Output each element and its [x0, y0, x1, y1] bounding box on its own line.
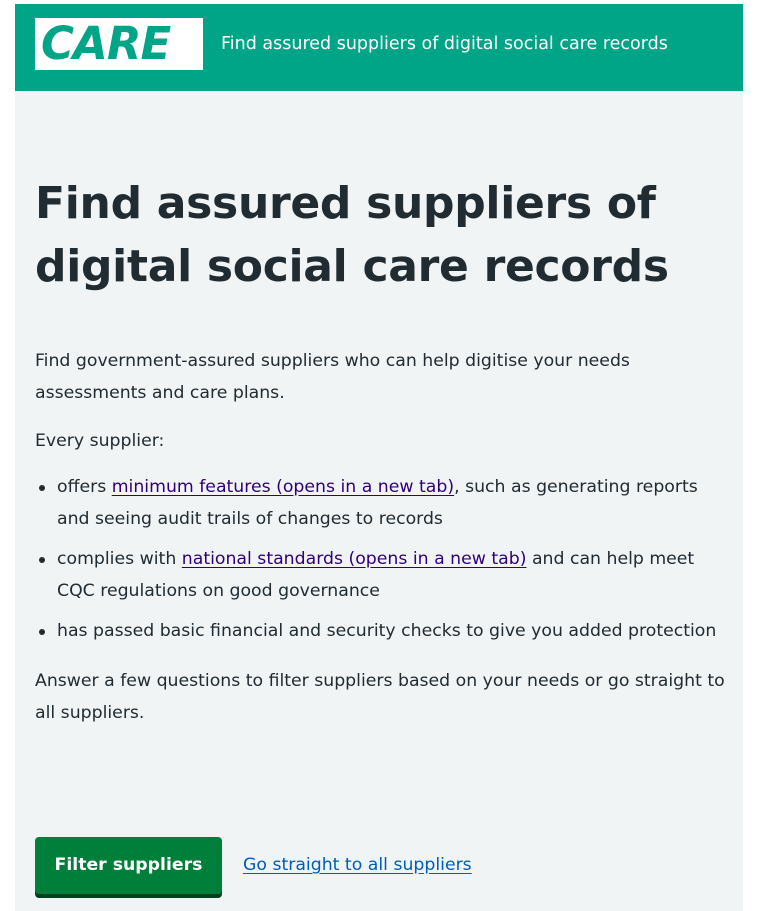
- main-content: Find assured suppliers of digital social…: [35, 172, 735, 729]
- site-header: CARE Find assured suppliers of digital s…: [15, 4, 743, 91]
- action-row: Filter suppliers Go straight to all supp…: [35, 837, 735, 899]
- page-container: CARE Find assured suppliers of digital s…: [15, 4, 743, 911]
- list-item: complies with national standards (opens …: [35, 543, 735, 607]
- every-supplier-label: Every supplier:: [35, 431, 165, 451]
- logo-text: CARE: [41, 17, 171, 70]
- bullet-icon: [39, 485, 45, 491]
- answer-questions-paragraph: Answer a few questions to filter supplie…: [35, 671, 725, 723]
- national-standards-link[interactable]: national standards (opens in a new tab): [182, 549, 527, 569]
- intro-paragraph: Find government-assured suppliers who ca…: [35, 351, 630, 403]
- filter-suppliers-button[interactable]: Filter suppliers: [35, 837, 222, 894]
- list-item: offers minimum features (opens in a new …: [35, 471, 735, 535]
- bullet-icon: [39, 557, 45, 563]
- list-item-text: complies with: [57, 549, 182, 569]
- supplier-criteria-list: offers minimum features (opens in a new …: [35, 471, 735, 647]
- list-item-text: offers: [57, 477, 112, 497]
- service-name-link[interactable]: Find assured suppliers of digital social…: [221, 32, 668, 56]
- bullet-icon: [39, 629, 45, 635]
- all-suppliers-link[interactable]: Go straight to all suppliers: [243, 853, 472, 877]
- minimum-features-link[interactable]: minimum features (opens in a new tab): [112, 477, 454, 497]
- list-item: has passed basic financial and security …: [35, 615, 735, 647]
- list-item-text: has passed basic financial and security …: [57, 621, 717, 641]
- care-logo[interactable]: CARE: [35, 18, 203, 70]
- page-title: Find assured suppliers of digital social…: [35, 178, 669, 292]
